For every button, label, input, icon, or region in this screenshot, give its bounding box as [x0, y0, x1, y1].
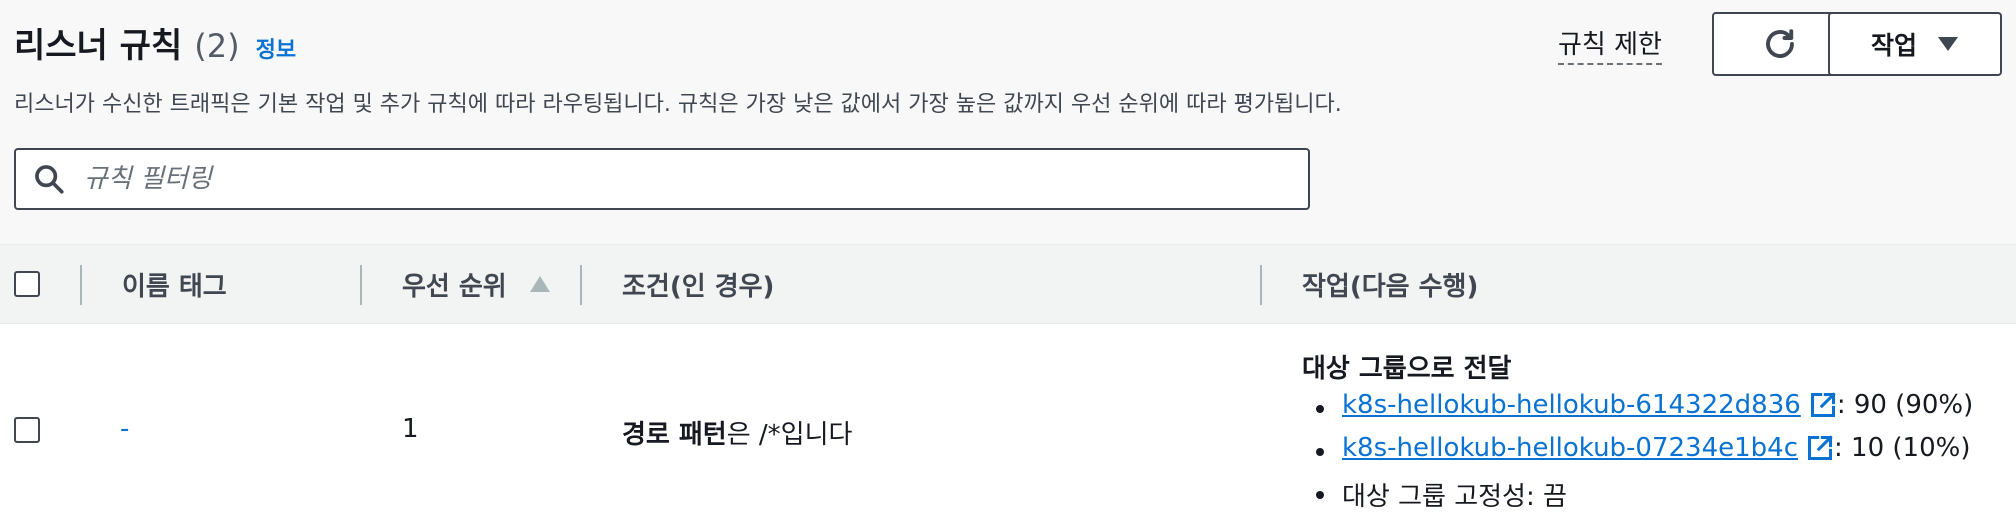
caret-down-icon: [1938, 37, 1958, 51]
column-divider[interactable]: [1260, 265, 1262, 305]
column-header-action[interactable]: 작업(다음 수행): [1302, 245, 1478, 323]
condition-detail: 은 /*입니다: [726, 420, 853, 450]
select-all-checkbox[interactable]: [14, 271, 40, 297]
column-header-name-tag[interactable]: 이름 태그: [122, 245, 227, 323]
target-group-link[interactable]: k8s-hellokub-hellokub-07234e1b4c: [1342, 433, 1798, 463]
column-divider[interactable]: [360, 265, 362, 305]
stickiness-item: 대상 그룹 고정성: 끔: [1342, 476, 1567, 513]
column-header-priority[interactable]: 우선 순위: [402, 245, 551, 323]
priority-value: 1: [402, 414, 419, 444]
title-text: 리스너 규칙: [14, 26, 183, 66]
external-link-icon[interactable]: [1809, 391, 1837, 419]
actions-dropdown-button[interactable]: 작업: [1828, 12, 2002, 76]
column-divider[interactable]: [580, 265, 582, 305]
rule-filter-search: [14, 148, 1310, 210]
external-link-icon[interactable]: [1806, 434, 1834, 462]
target-group-weight: : 10 (10%): [1834, 433, 1971, 463]
rules-header-panel: 리스너 규칙 (2) 정보 리스너가 수신한 트래픽은 기본 작업 및 추가 규…: [0, 0, 2016, 244]
name-tag-link[interactable]: -: [120, 414, 129, 444]
refresh-icon: [1766, 29, 1794, 58]
actions-button-label: 작업: [1870, 31, 1917, 60]
page-title: 리스너 규칙 (2) 정보: [14, 18, 296, 68]
bullet: [1316, 491, 1324, 499]
bullet: [1316, 405, 1324, 413]
bullet: [1316, 448, 1324, 456]
row-select-checkbox[interactable]: [14, 417, 40, 443]
sort-ascending-icon: [529, 276, 550, 292]
column-divider: [80, 265, 82, 305]
target-group-link[interactable]: k8s-hellokub-hellokub-614322d836: [1342, 390, 1801, 420]
condition-text: 경로 패턴은 /*입니다: [622, 414, 852, 451]
info-link[interactable]: 정보: [256, 32, 296, 64]
table-header: 이름 태그 우선 순위 조건(인 경우) 작업(다음 수행): [0, 244, 2016, 324]
rule-count: (2): [194, 27, 240, 65]
target-group-weight: : 90 (90%): [1836, 390, 1974, 420]
column-header-condition[interactable]: 조건(인 경우): [622, 245, 774, 323]
target-group-item: k8s-hellokub-hellokub-614322d836 : 90 (9…: [1342, 390, 1973, 420]
target-group-stickiness: 대상 그룹 고정성: 끔: [1342, 482, 1567, 512]
column-header-priority-label: 우선 순위: [402, 271, 507, 302]
condition-type: 경로 패턴: [622, 420, 727, 450]
search-input[interactable]: [82, 163, 1286, 195]
action-title: 대상 그룹으로 전달: [1302, 354, 1512, 384]
target-group-item: k8s-hellokub-hellokub-07234e1b4c : 10 (1…: [1342, 433, 1970, 463]
rule-limit-link[interactable]: 규칙 제한: [1558, 24, 1662, 65]
search-icon: [35, 165, 64, 194]
page-description: 리스너가 수신한 트래픽은 기본 작업 및 추가 규칙에 따라 라우팅됩니다. …: [14, 92, 1342, 117]
